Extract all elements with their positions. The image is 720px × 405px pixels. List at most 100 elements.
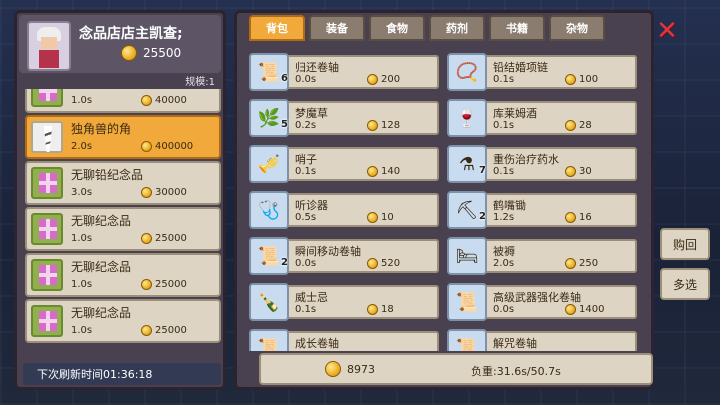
tab-4[interactable]: 书籍	[489, 15, 545, 41]
refresh-timer: 下次刷新时间01:36:18	[23, 363, 221, 385]
shop-item-time: 2.0s	[71, 141, 93, 152]
inventory-item[interactable]: 归还卷轴 0.0s 200 📜 6	[249, 53, 439, 91]
inventory-item-price: 16	[565, 212, 592, 223]
shop-item-price: 40000	[141, 95, 187, 106]
inventory-item-count: 5	[281, 119, 288, 130]
inventory-item-time: 2.0s	[493, 258, 515, 269]
inventory-item-name: 解咒卷轴	[493, 337, 537, 350]
inventory-item[interactable]: 梦魔草 0.2s 128 🌿 5	[249, 99, 439, 137]
inventory-item-body: 听诊器 0.5s 10	[285, 193, 439, 227]
inventory-item-price-value: 1400	[579, 304, 605, 315]
inventory-item-name: 听诊器	[295, 199, 328, 212]
inventory-item-name: 高级武器强化卷轴	[493, 291, 581, 304]
shop-item[interactable]: 无聊纪念品 1.0s 25000	[25, 207, 221, 251]
inventory-item[interactable]: 威士忌 0.1s 18 🍾	[249, 283, 439, 321]
gold-coin-icon	[367, 258, 378, 269]
inventory-item-body: 库莱姆酒 0.1s 28	[483, 101, 637, 135]
inventory-item[interactable]: 被褥 2.0s 250 🛏	[447, 237, 637, 275]
tab-3[interactable]: 药剂	[429, 15, 485, 41]
inventory-item-name: 被褥	[493, 245, 515, 258]
inventory-item-name: 哨子	[295, 153, 317, 166]
necklace-icon: 📿	[447, 53, 487, 91]
gold-coin-icon	[141, 141, 152, 152]
scroll-icon: 📜	[447, 283, 487, 321]
tab-1[interactable]: 装备	[309, 15, 365, 41]
inventory-item[interactable]: 听诊器 0.5s 10 🩺	[249, 191, 439, 229]
inventory-grid[interactable]: 归还卷轴 0.0s 200 📜 6 铅结婚项链 0.1s 100 📿 梦魔草 0.2s 128 🌿 5 库莱…	[249, 53, 649, 351]
close-button[interactable]: ✕	[654, 18, 680, 44]
shop-scale: 规模:1	[185, 77, 215, 88]
buyback-button[interactable]: 购回	[660, 228, 710, 260]
shop-item[interactable]: 无聊纪念品 1.0s 25000	[25, 253, 221, 297]
inventory-item[interactable]: 瞬间移动卷轴 0.0s 520 📜 2	[249, 237, 439, 275]
pickaxe-icon: ⛏	[447, 191, 487, 229]
inventory-item-body: 威士忌 0.1s 18	[285, 285, 439, 319]
shop-item-list[interactable]: 贵妇喜欢的无聊纪念品 1.0s 40000 独角兽的角 2.0s 400000 无聊铅纪念品…	[25, 89, 221, 359]
inventory-item-time: 0.1s	[493, 74, 515, 85]
inventory-item-time: 0.2s	[295, 120, 317, 131]
unicorn-horn-icon	[31, 121, 63, 153]
shopkeeper-avatar	[27, 21, 71, 71]
shop-item-price-value: 30000	[155, 187, 187, 198]
inventory-item[interactable]: 哨子 0.1s 140 🎺	[249, 145, 439, 183]
tab-0[interactable]: 背包	[249, 15, 305, 41]
scroll-icon: 📜	[249, 237, 289, 275]
shop-item[interactable]: 贵妇喜欢的无聊纪念品 1.0s 40000	[25, 89, 221, 113]
inventory-item-name: 威士忌	[295, 291, 328, 304]
shop-item-name: 无聊纪念品	[71, 214, 132, 228]
stethoscope-icon: 🩺	[249, 191, 289, 229]
inventory-item-price-value: 200	[381, 74, 401, 85]
inventory-item-price: 10	[367, 212, 394, 223]
tab-2[interactable]: 食物	[369, 15, 425, 41]
inventory-item-price: 28	[565, 120, 592, 131]
tab-5[interactable]: 杂物	[549, 15, 605, 41]
wine-bottle-icon: 🍷	[447, 99, 487, 137]
shop-item[interactable]: 无聊纪念品 1.0s 25000	[25, 299, 221, 343]
weight-capacity: 负重:31.6s/50.7s	[471, 365, 561, 378]
shop-item[interactable]: 无聊铅纪念品 3.0s 30000	[25, 161, 221, 205]
inventory-item-name: 铅结婚项链	[493, 61, 548, 74]
inventory-item-price-value: 10	[381, 212, 394, 223]
inventory-item[interactable]: 铅结婚项链 0.1s 100 📿	[447, 53, 637, 91]
gold-coin-icon	[367, 212, 378, 223]
inventory-item-count: 2	[281, 257, 288, 268]
shop-item-name: 无聊铅纪念品	[71, 168, 144, 182]
inventory-item[interactable]: 解咒卷轴 📜	[447, 329, 637, 351]
gold-coin-icon	[367, 74, 378, 85]
inventory-item[interactable]: 重伤治疗药水 0.1s 30 ⚗ 7	[447, 145, 637, 183]
inventory-item-count: 7	[479, 165, 486, 176]
gold-coin-icon	[565, 304, 576, 315]
inventory-item-price-value: 128	[381, 120, 401, 131]
inventory-item-name: 重伤治疗药水	[493, 153, 559, 166]
inventory-item-time: 0.1s	[295, 166, 317, 177]
gold-coin-icon	[141, 187, 152, 198]
inventory-item-price-value: 520	[381, 258, 401, 269]
inventory-item-price-value: 30	[579, 166, 592, 177]
shop-item-price-value: 25000	[155, 233, 187, 244]
gold-coin-icon	[141, 325, 152, 336]
inventory-item-body: 成长卷轴	[285, 331, 439, 351]
shop-item-price: 25000	[141, 325, 187, 336]
inventory-tabs: 背包 装备 食物 药剂 书籍 杂物	[249, 15, 605, 45]
inventory-item-body: 高级武器强化卷轴 0.0s 1400	[483, 285, 637, 319]
whistle-icon: 🎺	[249, 145, 289, 183]
whisky-bottle-icon: 🍾	[249, 283, 289, 321]
shop-item-price-value: 25000	[155, 279, 187, 290]
inventory-item-time: 0.1s	[493, 120, 515, 131]
inventory-item-price: 140	[367, 166, 400, 177]
inventory-item[interactable]: 高级武器强化卷轴 0.0s 1400 📜	[447, 283, 637, 321]
shop-item[interactable]: 独角兽的角 2.0s 400000	[25, 115, 221, 159]
inventory-item[interactable]: 成长卷轴 📜	[249, 329, 439, 351]
inventory-item-time: 0.5s	[295, 212, 317, 223]
inventory-item[interactable]: 库莱姆酒 0.1s 28 🍷	[447, 99, 637, 137]
shop-item-name: 独角兽的角	[71, 122, 132, 136]
shop-item-price: 25000	[141, 279, 187, 290]
inventory-item-body: 重伤治疗药水 0.1s 30	[483, 147, 637, 181]
inventory-panel: 背包 装备 食物 药剂 书籍 杂物 归还卷轴 0.0s 200 📜 6 铅结婚项链 0.1s 100 📿 梦…	[234, 10, 654, 390]
inventory-item[interactable]: 鹤嘴锄 1.2s 16 ⛏ 2	[447, 191, 637, 229]
bedding-icon: 🛏	[447, 237, 487, 275]
gold-coin-icon	[565, 258, 576, 269]
player-gold-value: 8973	[347, 362, 375, 376]
multiselect-button[interactable]: 多选	[660, 268, 710, 300]
inventory-item-name: 库莱姆酒	[493, 107, 537, 120]
